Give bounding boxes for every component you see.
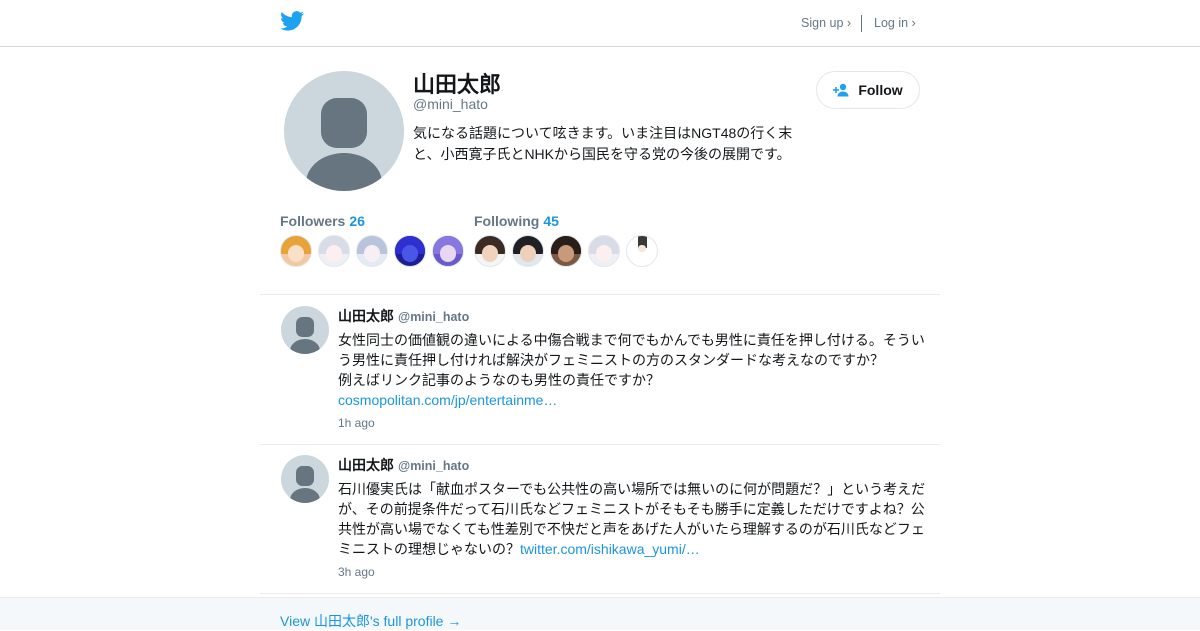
tweet-avatar[interactable] [281, 306, 329, 354]
tweet-header: 山田太郎 @mini_hato [338, 306, 469, 326]
following-avatar[interactable] [588, 235, 620, 267]
profile-name: 山田太郎 [413, 72, 502, 97]
profile-bio: 気になる話題について呟きます。いま注目はNGT48の行く末と、小西寛子氏とNHK… [413, 125, 793, 162]
tweet-author-name[interactable]: 山田太郎 [338, 308, 394, 324]
signup-link[interactable]: Sign up › [801, 16, 851, 30]
footer: View 山田太郎's full profile → [0, 597, 1200, 630]
following-avatar[interactable] [626, 235, 658, 267]
following-avatar[interactable] [512, 235, 544, 267]
tweet-text: 女性同士の価値観の違いによる中傷合戦まで何でもかんでも男性に責任を押し付ける。そ… [338, 330, 930, 410]
tweet-header: 山田太郎 @mini_hato [338, 455, 469, 475]
default-avatar-icon [290, 317, 320, 354]
followers-stat[interactable]: Followers 26 [280, 213, 365, 229]
following-avatars [474, 235, 658, 267]
tweet[interactable]: 山田太郎 @mini_hato 女性同士の価値観の違いによる中傷合戦まで何でもかん… [260, 295, 940, 445]
login-link[interactable]: Log in › [874, 16, 916, 30]
tweet-author-handle[interactable]: @mini_hato [398, 310, 469, 324]
following-count: 45 [543, 213, 559, 229]
tweet-timestamp[interactable]: 3h ago [338, 565, 375, 579]
followers-avatars [280, 235, 464, 267]
twitter-bird-icon[interactable] [280, 11, 304, 31]
following-stat[interactable]: Following 45 [474, 213, 559, 229]
followers-label: Followers [280, 213, 346, 229]
tweet-body: 女性同士の価値観の違いによる中傷合戦まで何でもかんでも男性に責任を押し付ける。そ… [338, 332, 925, 388]
add-user-icon [833, 83, 849, 97]
profile-card: 山田太郎 @mini_hato 気になる話題について呟きます。いま注目はNGT4… [260, 47, 940, 295]
following-avatar[interactable] [550, 235, 582, 267]
following-label: Following [474, 213, 540, 229]
tweet-text: 石川優実氏は「献血ポスターでも公共性の高い場所では無いのに何が問題だ？」という考… [338, 479, 930, 559]
following-avatar[interactable] [474, 235, 506, 267]
tweet-link[interactable]: cosmopolitan.com/jp/entertainme… [338, 392, 557, 408]
default-avatar-icon [306, 98, 382, 191]
followers-count: 26 [349, 213, 365, 229]
tweet-link[interactable]: twitter.com/ishikawa_yumi/… [520, 541, 700, 557]
tweet[interactable]: 山田太郎 @mini_hato 石川優実氏は「献血ポスターでも公共性の高い場所では… [260, 444, 940, 594]
follower-avatar[interactable] [280, 235, 312, 267]
full-profile-link[interactable]: View 山田太郎's full profile → [280, 611, 461, 631]
profile-handle: @mini_hato [413, 96, 488, 112]
follower-avatar[interactable] [318, 235, 350, 267]
follower-avatar[interactable] [356, 235, 388, 267]
default-avatar-icon [290, 466, 320, 503]
profile-avatar[interactable] [284, 71, 404, 191]
tweet-author-name[interactable]: 山田太郎 [338, 457, 394, 473]
header-divider [861, 15, 862, 32]
follow-button-label: Follow [858, 82, 903, 98]
tweet-timestamp[interactable]: 1h ago [338, 416, 375, 430]
top-bar: Sign up › Log in › [0, 0, 1200, 47]
follower-avatar[interactable] [394, 235, 426, 267]
follow-button[interactable]: Follow [816, 71, 920, 109]
tweet-author-handle[interactable]: @mini_hato [398, 459, 469, 473]
follower-avatar[interactable] [432, 235, 464, 267]
tweet-avatar[interactable] [281, 455, 329, 503]
